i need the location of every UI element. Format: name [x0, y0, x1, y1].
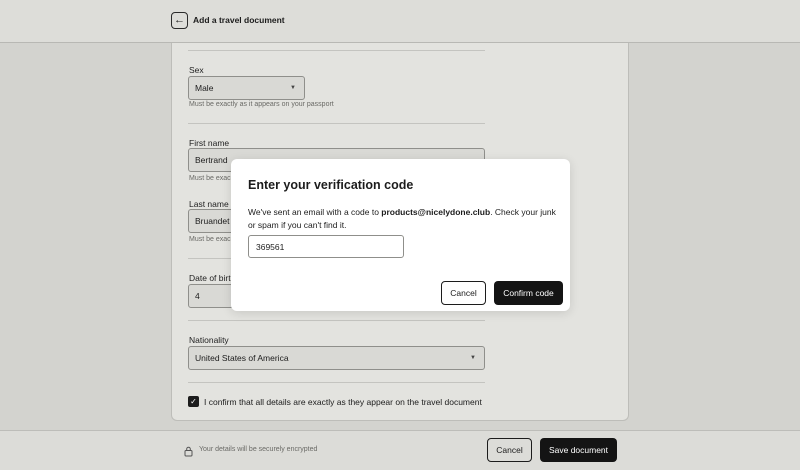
first-name-value: Bertrand: [195, 155, 228, 165]
modal-title: Enter your verification code: [248, 178, 414, 192]
secure-note: Your details will be securely encrypted: [199, 446, 318, 453]
footer-bar: [0, 430, 800, 470]
page-title: Add a travel document: [193, 15, 285, 25]
divider: [188, 50, 485, 51]
first-name-label: First name: [189, 138, 230, 148]
nationality-value: United States of America: [195, 353, 289, 363]
sex-label: Sex: [189, 65, 204, 75]
first-name-hint: Must be exac: [189, 175, 231, 182]
last-name-value: Bruandet: [195, 216, 230, 226]
nationality-label: Nationality: [189, 335, 229, 345]
modal-cancel-button[interactable]: Cancel: [441, 281, 486, 305]
lock-icon: [184, 446, 193, 457]
sex-select[interactable]: Male ▼: [188, 76, 305, 100]
divider: [188, 382, 485, 383]
confirm-code-button[interactable]: Confirm code: [494, 281, 563, 305]
verification-code-input[interactable]: 369561: [248, 235, 404, 258]
divider: [188, 320, 485, 321]
modal-message: We've sent an email with a code to produ…: [248, 206, 564, 231]
divider: [188, 123, 485, 124]
confirm-checkbox[interactable]: ✓: [188, 396, 199, 407]
nationality-select[interactable]: United States of America ▼: [188, 346, 485, 370]
arrow-left-icon: ←: [174, 14, 185, 26]
chevron-down-icon: ▼: [470, 355, 476, 361]
sex-hint: Must be exactly as it appears on your pa…: [189, 101, 334, 108]
modal-email: products@nicelydone.club: [381, 207, 491, 217]
verification-modal: Enter your verification code We've sent …: [231, 159, 570, 311]
verification-code-value: 369561: [256, 241, 285, 252]
sex-value: Male: [195, 83, 214, 93]
save-document-button[interactable]: Save document: [540, 438, 617, 462]
last-name-label: Last name: [189, 199, 229, 209]
last-name-hint: Must be exac: [189, 236, 231, 243]
confirm-label: I confirm that all details are exactly a…: [204, 397, 482, 407]
cancel-button[interactable]: Cancel: [487, 438, 532, 462]
top-bar: ← Add a travel document: [0, 0, 800, 43]
dob-day-value: 4: [195, 291, 200, 301]
dob-label: Date of birt: [189, 273, 231, 283]
modal-message-prefix: We've sent an email with a code to: [248, 207, 382, 217]
back-button[interactable]: ←: [171, 12, 188, 29]
checkmark-icon: ✓: [190, 396, 197, 406]
chevron-down-icon: ▼: [290, 85, 296, 91]
